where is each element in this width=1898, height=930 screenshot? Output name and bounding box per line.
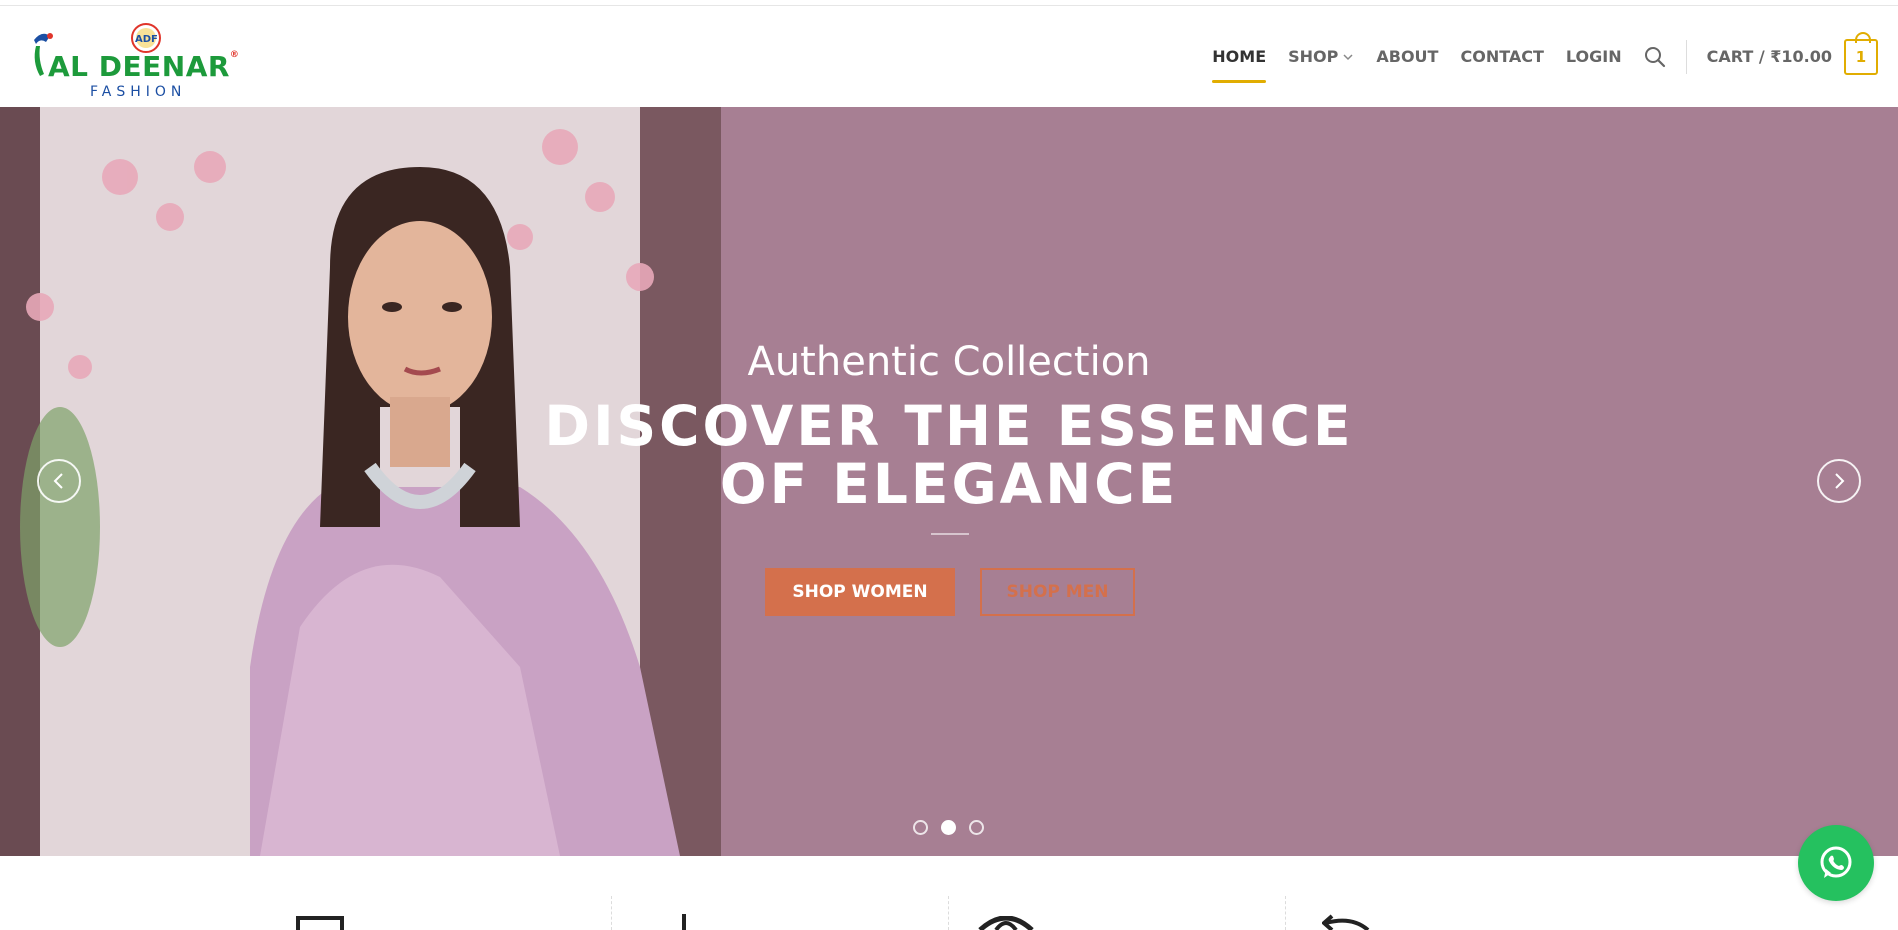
envelope-icon <box>296 916 344 930</box>
nav-home[interactable]: HOME <box>1212 6 1266 107</box>
chevron-right-icon <box>1835 473 1845 489</box>
nav-login[interactable]: LOGIN <box>1566 6 1622 107</box>
hero-slider: Authentic Collection DISCOVER THE ESSENC… <box>0 107 1898 856</box>
shop-women-button[interactable]: SHOP WOMEN <box>765 568 955 616</box>
hero-headline-line1: DISCOVER THE ESSENCE <box>544 394 1354 458</box>
return-arrow-icon <box>1322 914 1370 930</box>
feature-separator <box>1285 896 1286 930</box>
site-header: ADF AL DEENAR® FASHION HOME SHOP ABOUT C… <box>0 6 1898 107</box>
cart-link[interactable]: CART / ₹10.00 1 <box>1706 31 1878 75</box>
feature-separator <box>611 896 612 930</box>
tool-icon <box>682 914 686 930</box>
slider-dot-2[interactable] <box>941 820 956 835</box>
slider-dots <box>913 820 997 835</box>
brand-name: AL DEENAR® <box>48 50 240 83</box>
whatsapp-chat-button[interactable] <box>1798 825 1874 901</box>
slider-prev-button[interactable] <box>37 459 81 503</box>
nav-about[interactable]: ABOUT <box>1376 6 1438 107</box>
feature-separator <box>948 896 949 930</box>
svg-text:ADF: ADF <box>135 34 158 45</box>
hero-divider <box>931 533 969 535</box>
brand-tagline: FASHION <box>90 84 187 100</box>
main-nav: HOME SHOP ABOUT CONTACT LOGIN CART / ₹10… <box>1190 6 1878 107</box>
chevron-down-icon <box>1343 53 1353 60</box>
features-strip <box>0 856 1898 930</box>
hero-eyebrow: Authentic Collection <box>747 339 1151 385</box>
chevron-left-icon <box>53 473 63 489</box>
slider-next-button[interactable] <box>1817 459 1861 503</box>
brand-logo[interactable]: ADF AL DEENAR® FASHION <box>28 20 248 100</box>
hero-caption: Authentic Collection DISCOVER THE ESSENC… <box>0 107 1898 856</box>
nav-contact[interactable]: CONTACT <box>1460 6 1543 107</box>
slider-dot-1[interactable] <box>913 820 928 835</box>
hero-headline: DISCOVER THE ESSENCE OF ELEGANCE <box>0 397 1898 513</box>
cart-total: CART / ₹10.00 <box>1706 47 1832 66</box>
slider-dot-3[interactable] <box>969 820 984 835</box>
whatsapp-icon <box>1820 846 1852 878</box>
search-icon[interactable] <box>1644 46 1666 68</box>
globe-icon <box>978 916 1034 930</box>
hero-headline-line2: OF ELEGANCE <box>719 452 1179 516</box>
cart-count-badge: 1 <box>1844 31 1878 75</box>
nav-divider <box>1685 39 1687 74</box>
nav-shop-label: SHOP <box>1288 47 1339 66</box>
shop-men-button[interactable]: SHOP MEN <box>980 568 1135 616</box>
nav-shop[interactable]: SHOP <box>1288 6 1354 107</box>
